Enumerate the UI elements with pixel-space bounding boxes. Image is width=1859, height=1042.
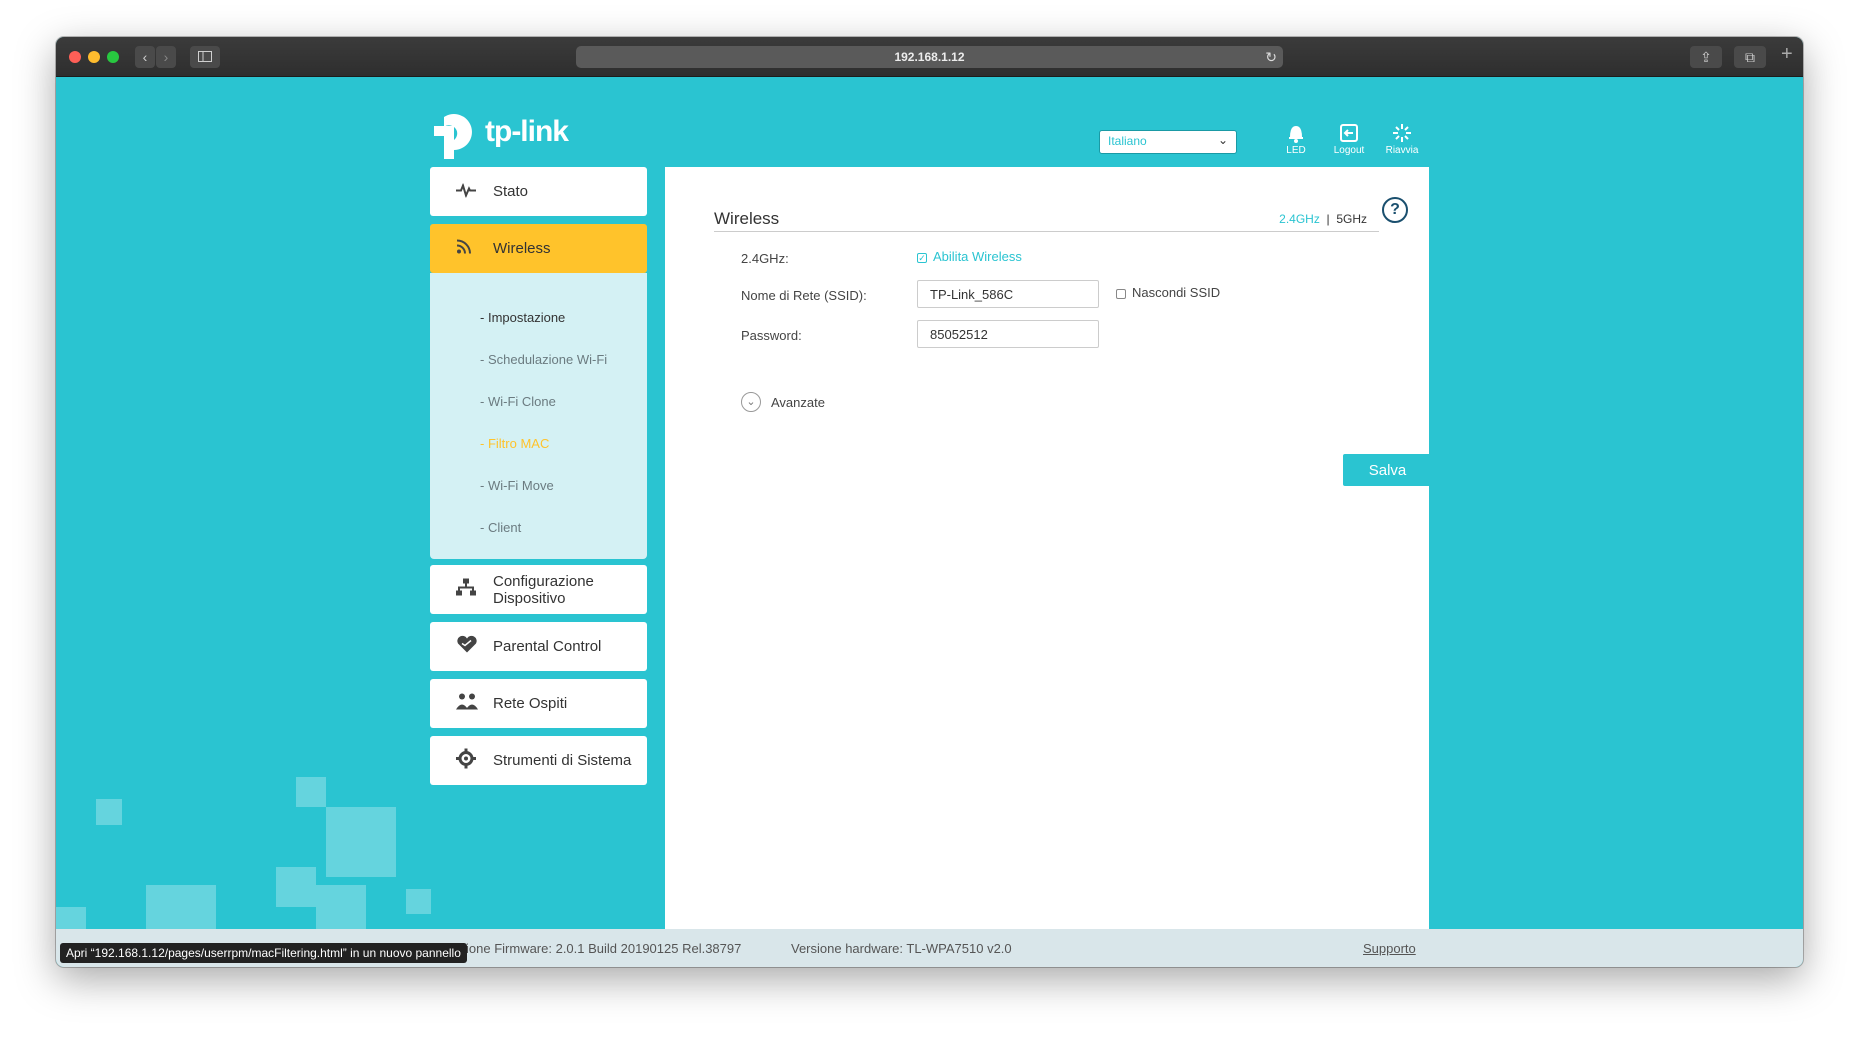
bell-icon bbox=[1289, 126, 1303, 143]
save-button[interactable]: Salva bbox=[1343, 454, 1432, 486]
submenu-label: Wi-Fi Clone bbox=[487, 394, 556, 409]
decoration bbox=[146, 885, 216, 930]
zoom-window-button[interactable] bbox=[107, 51, 119, 63]
wireless-submenu: - Impostazione - Schedulazione Wi-Fi - W… bbox=[430, 273, 647, 559]
decoration bbox=[406, 889, 431, 914]
sidebar-item-label: Configurazione Dispositivo bbox=[493, 572, 594, 607]
logo-text: tp-link bbox=[485, 115, 569, 148]
tplink-logo[interactable]: tp-link bbox=[430, 107, 580, 159]
wireless-icon bbox=[456, 238, 474, 259]
band-label: 2.4GHz: bbox=[741, 251, 789, 266]
help-icon[interactable]: ? bbox=[1382, 197, 1408, 223]
hide-ssid-checkbox[interactable] bbox=[1116, 289, 1126, 299]
network-icon bbox=[456, 578, 476, 601]
tabs-button[interactable]: ⧉ bbox=[1734, 46, 1766, 68]
sidebar-item-parental-control[interactable]: Parental Control bbox=[430, 622, 647, 671]
decoration bbox=[56, 907, 86, 929]
restart-label: Riavvia bbox=[1385, 145, 1419, 156]
sidebar-item-label: Wireless bbox=[493, 240, 551, 257]
main-panel: Wireless 2.4GHz | 5GHz ? 2.4GHz: ✓ Abili… bbox=[665, 167, 1432, 967]
browser-window: ‹ › 192.168.1.12 ↻ ⇪ ⧉ + tp-link Italian… bbox=[56, 37, 1803, 967]
back-button[interactable]: ‹ bbox=[135, 46, 155, 68]
logout-label: Logout bbox=[1333, 145, 1365, 156]
url-text: 192.168.1.12 bbox=[894, 50, 965, 64]
sidebar-item-label: Stato bbox=[493, 183, 529, 200]
close-window-button[interactable] bbox=[69, 51, 81, 63]
sidebar-item-wireless[interactable]: Wireless bbox=[430, 224, 647, 273]
password-label: Password: bbox=[741, 328, 802, 343]
band-separator: | bbox=[1326, 212, 1330, 226]
restart-icon bbox=[1393, 124, 1411, 142]
tplink-logo-icon bbox=[434, 114, 472, 159]
chevron-down-icon: ⌄ bbox=[1217, 133, 1228, 147]
sidebar-item-strumenti-di-sistema[interactable]: Strumenti di Sistema bbox=[430, 736, 647, 785]
enable-wireless-label[interactable]: Abilita Wireless bbox=[933, 249, 1022, 264]
submenu-label: Client bbox=[487, 520, 522, 535]
address-bar[interactable]: 192.168.1.12 ↻ bbox=[576, 46, 1283, 68]
gear-icon bbox=[456, 748, 476, 773]
submenu-item-filtro-mac[interactable]: - Filtro MAC bbox=[480, 436, 549, 451]
submenu-item-client[interactable]: - Client bbox=[480, 520, 521, 535]
sidebar-item-label: Rete Ospiti bbox=[493, 695, 568, 712]
band-selector: 2.4GHz | 5GHz bbox=[1279, 212, 1367, 226]
sidebar-toggle-button[interactable] bbox=[190, 46, 220, 68]
firmware-version: Versione Firmware: 2.0.1 Build 20190125 … bbox=[440, 941, 742, 956]
reload-icon[interactable]: ↻ bbox=[1265, 46, 1277, 68]
band-24ghz-link[interactable]: 2.4GHz bbox=[1279, 212, 1320, 226]
router-page: tp-link Italiano ⌄ LED Logout Riavvia St… bbox=[56, 77, 1803, 967]
sidebar-item-label: Strumenti di Sistema bbox=[493, 752, 632, 769]
language-select[interactable]: Italiano ⌄ bbox=[1099, 130, 1237, 154]
guests-icon bbox=[456, 692, 478, 715]
heart-icon bbox=[456, 635, 478, 658]
submenu-item-schedulazione-wifi[interactable]: - Schedulazione Wi-Fi bbox=[480, 352, 607, 367]
pulse-icon bbox=[456, 181, 476, 202]
logout-icon bbox=[1340, 124, 1358, 142]
chevron-down-icon[interactable]: ⌄ bbox=[741, 392, 761, 412]
sidebar-icon bbox=[198, 51, 212, 62]
led-label: LED bbox=[1286, 145, 1306, 156]
status-bar-url: Apri “192.168.1.12/pages/userrpm/macFilt… bbox=[60, 943, 467, 963]
sidebar-item-stato[interactable]: Stato bbox=[430, 167, 647, 216]
support-link[interactable]: Supporto bbox=[1363, 941, 1416, 956]
sidebar-item-label: Parental Control bbox=[493, 638, 602, 655]
submenu-label: Schedulazione Wi-Fi bbox=[487, 352, 608, 367]
submenu-item-wifi-move[interactable]: - Wi-Fi Move bbox=[480, 478, 554, 493]
band-5ghz-link[interactable]: 5GHz bbox=[1336, 212, 1367, 226]
led-button[interactable]: LED bbox=[1274, 123, 1318, 156]
password-input[interactable] bbox=[917, 320, 1099, 348]
forward-button[interactable]: › bbox=[156, 46, 176, 68]
ssid-label: Nome di Rete (SSID): bbox=[741, 288, 867, 303]
sidebar-item-configurazione-dispositivo[interactable]: Configurazione Dispositivo bbox=[430, 565, 647, 614]
logout-button[interactable]: Logout bbox=[1327, 123, 1371, 156]
sidebar-item-rete-ospiti[interactable]: Rete Ospiti bbox=[430, 679, 647, 728]
hide-ssid-label[interactable]: Nascondi SSID bbox=[1132, 285, 1220, 300]
decoration bbox=[326, 807, 396, 877]
hardware-version: Versione hardware: TL-WPA7510 v2.0 bbox=[791, 941, 1012, 956]
title-divider bbox=[714, 231, 1379, 232]
restart-button[interactable]: Riavvia bbox=[1380, 123, 1424, 156]
decoration bbox=[96, 799, 122, 825]
decoration bbox=[296, 777, 326, 807]
share-button[interactable]: ⇪ bbox=[1690, 46, 1722, 68]
language-value: Italiano bbox=[1108, 134, 1147, 148]
submenu-item-impostazione[interactable]: - Impostazione bbox=[480, 310, 565, 325]
enable-wireless-checkbox[interactable]: ✓ bbox=[917, 253, 927, 263]
new-tab-button[interactable]: + bbox=[1781, 43, 1793, 66]
ssid-input[interactable] bbox=[917, 280, 1099, 308]
decoration bbox=[316, 885, 366, 929]
submenu-label: Wi-Fi Move bbox=[487, 478, 554, 493]
submenu-label: Impostazione bbox=[487, 310, 566, 325]
advanced-toggle[interactable]: Avanzate bbox=[771, 395, 825, 410]
minimize-window-button[interactable] bbox=[88, 51, 100, 63]
submenu-item-wifi-clone[interactable]: - Wi-Fi Clone bbox=[480, 394, 556, 409]
browser-titlebar: ‹ › 192.168.1.12 ↻ ⇪ ⧉ + bbox=[56, 37, 1803, 77]
page-title: Wireless bbox=[714, 209, 780, 228]
decoration bbox=[276, 867, 316, 907]
submenu-label: Filtro MAC bbox=[487, 436, 550, 451]
